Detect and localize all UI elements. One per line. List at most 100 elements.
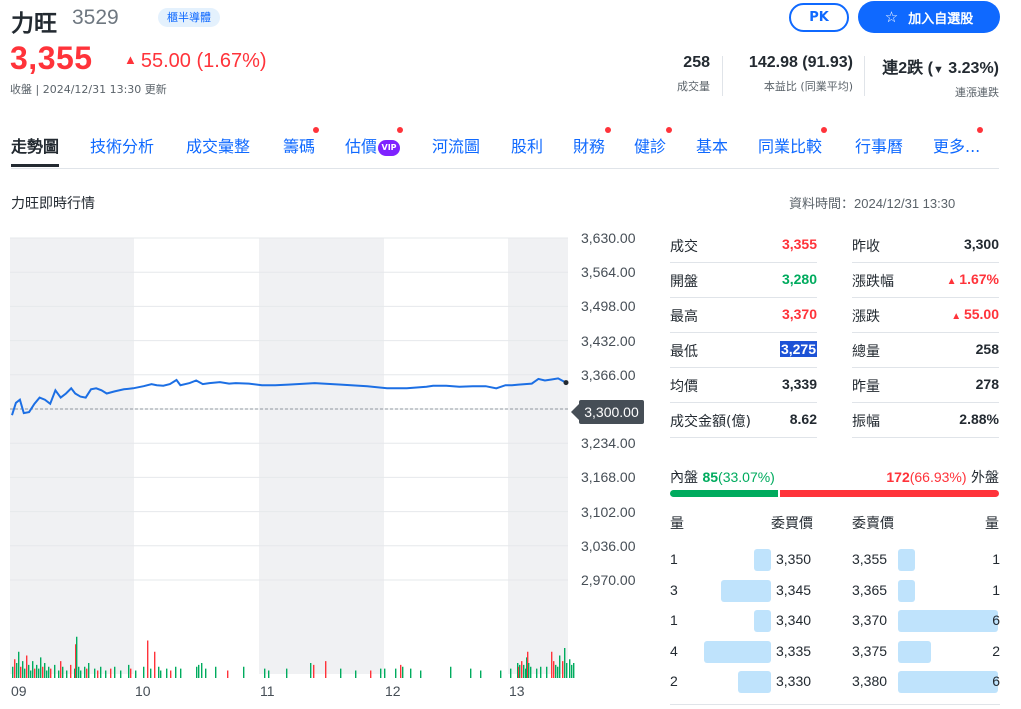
y-tick-label: 3,630.00 — [581, 230, 636, 246]
outer-pct: (66.93%) — [909, 469, 967, 485]
volume-bar — [500, 670, 502, 678]
quote-value: 278 — [976, 376, 999, 392]
market-badge[interactable]: 櫃半導體 — [158, 8, 220, 27]
streak-prefix: 連2跌 ( — [882, 60, 933, 77]
quote-row: 最低 3,275 — [670, 333, 817, 368]
volume-bar — [557, 666, 559, 678]
quote-value: 3,355 — [782, 236, 817, 252]
volume-bar — [227, 670, 229, 678]
volume-bar — [530, 666, 532, 678]
tab-health[interactable]: 健診 — [634, 127, 673, 157]
notification-dot — [397, 127, 404, 133]
close-info: 收盤 | 2024/12/31 13:30 更新 — [10, 83, 167, 96]
notification-dot — [666, 127, 673, 133]
tab-basic[interactable]: 基本 — [696, 133, 728, 157]
quote-value: 8.62 — [790, 411, 817, 427]
quote-value-text: 2.88% — [959, 411, 999, 427]
stat-volume: 258 成交量 — [660, 54, 710, 94]
x-tick-label: 09 — [11, 683, 27, 699]
volume-bar — [536, 668, 538, 678]
quote-row: 總量 258 — [852, 333, 999, 368]
bid-qty: 1 — [670, 612, 678, 628]
tab-trades[interactable]: 成交彙整 — [186, 133, 250, 157]
tab-calendar[interactable]: 行事曆 — [855, 133, 903, 157]
volume-bar — [370, 670, 372, 678]
streak-suffix: ) — [993, 60, 999, 77]
bid-price: 3,350 — [776, 551, 812, 567]
quote-value: ▲ 55.00 — [951, 306, 999, 322]
quote-row: 昨量 278 — [852, 368, 999, 403]
vip-badge: VIP — [378, 140, 401, 156]
volume-bar — [84, 666, 86, 678]
down-arrow-icon: ▼ — [932, 64, 944, 76]
price-change: ▲ 55.00 (1.67%) — [124, 50, 267, 73]
quote-row: 漲跌 ▲ 55.00 — [852, 298, 999, 333]
volume-bar — [355, 670, 357, 678]
volume-bar — [150, 668, 152, 678]
up-arrow-icon: ▲ — [946, 276, 960, 287]
intraday-chart[interactable] — [0, 230, 575, 708]
quote-label: 最高 — [670, 309, 698, 325]
tab-financials[interactable]: 財務 — [573, 127, 612, 157]
volume-bar — [97, 670, 99, 678]
order-book-row: 1 3,350 3,355 1 — [670, 545, 1000, 575]
quote-label: 最低 — [670, 344, 698, 360]
tab-more-label: 更多... — [933, 137, 981, 156]
inner-label: 內盤 — [670, 470, 698, 486]
tab-more[interactable]: 更多... — [933, 127, 984, 157]
quote-value: 3,370 — [782, 306, 817, 322]
volume-bar — [42, 666, 44, 678]
inner-pct: (33.07%) — [718, 469, 775, 485]
x-tick-label: 10 — [135, 683, 151, 699]
volume-bar — [54, 664, 56, 678]
volume-bar — [325, 661, 327, 678]
add-to-watchlist-label: 加入自選股 — [908, 11, 974, 27]
quote-value-text: 3,355 — [781, 236, 817, 252]
volume-bar — [243, 666, 245, 678]
volume-bar — [36, 664, 38, 678]
y-tick-label: 3,564.00 — [581, 264, 636, 281]
volume-bar — [519, 664, 521, 678]
tab-chips[interactable]: 籌碼 — [283, 127, 320, 157]
volume-bar — [38, 668, 40, 678]
volume-bar — [100, 666, 102, 678]
quote-value-text: 258 — [975, 341, 999, 357]
notification-dot — [313, 127, 320, 133]
last-price-point — [563, 380, 569, 386]
quote-value-text: 3,339 — [781, 376, 817, 392]
bid-volume-bar — [738, 671, 771, 693]
tab-health-label: 健診 — [634, 137, 667, 156]
pk-button[interactable]: PK — [789, 3, 849, 32]
tab-dividend[interactable]: 股利 — [511, 133, 543, 157]
tab-peer-compare-label: 同業比較 — [758, 137, 823, 156]
divider — [670, 704, 1000, 705]
volume-bar — [384, 668, 386, 678]
quote-row: 成交金額(億) 8.62 — [670, 403, 817, 438]
volume-bar — [135, 670, 137, 678]
quote-value: 258 — [976, 341, 999, 357]
volume-bar — [170, 670, 172, 678]
hour-band — [508, 238, 568, 674]
x-tick-label: 11 — [260, 683, 275, 699]
tab-river[interactable]: 河流圖 — [432, 133, 480, 157]
tab-valuation[interactable]: 估價 VIP — [345, 127, 404, 157]
ask-price: 3,380 — [852, 673, 888, 689]
volume-bar — [410, 668, 412, 678]
outer-label: 外盤 — [971, 470, 999, 486]
y-tick-label: 2,970.00 — [581, 572, 636, 588]
volume-bar — [16, 663, 18, 678]
ask-price-header: 委賣價 — [852, 516, 894, 532]
ask-price: 3,375 — [852, 642, 888, 659]
volume-bar — [86, 668, 88, 678]
volume-bar — [76, 636, 78, 678]
volume-bar — [564, 648, 566, 678]
tab-peer-compare[interactable]: 同業比較 — [758, 127, 828, 157]
add-to-watchlist-button[interactable]: ☆ 加入自選股 — [858, 1, 1000, 33]
stat-streak-value: 連2跌 (▼ 3.23%) — [866, 54, 999, 78]
quote-value-text: 278 — [975, 376, 999, 392]
quote-value-text: 3,370 — [781, 306, 817, 322]
tab-technical[interactable]: 技術分析 — [90, 133, 154, 157]
volume-bar — [22, 661, 24, 678]
tab-trend[interactable]: 走勢圖 — [11, 133, 60, 167]
data-time: 資料時間：2024/12/31 13:30 — [789, 196, 956, 211]
